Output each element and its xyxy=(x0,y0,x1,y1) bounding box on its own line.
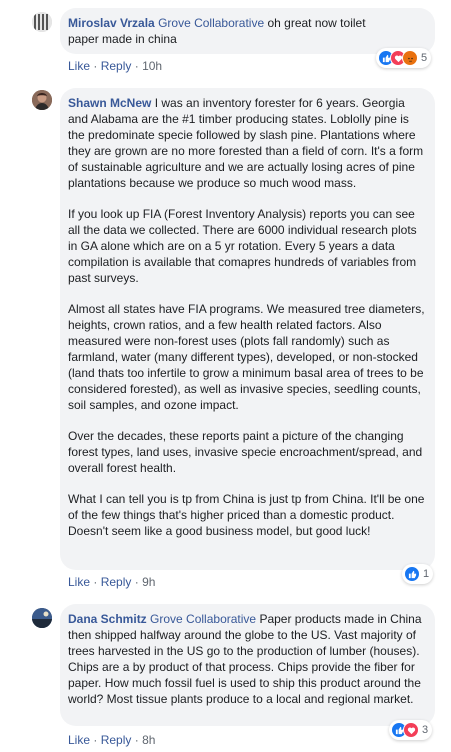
separator-dot: · xyxy=(134,59,143,73)
avatar-person-image xyxy=(32,90,52,110)
reaction-count: 1 xyxy=(423,568,430,580)
comment-paragraph: Over the decades, these reports paint a … xyxy=(68,429,423,475)
group-name[interactable]: Grove Collaborative xyxy=(150,612,256,626)
reply-button[interactable]: Reply xyxy=(101,575,132,589)
comment-paragraph: I was an inventory forester for 6 years.… xyxy=(68,96,424,190)
reaction-count: 3 xyxy=(422,724,429,736)
author-name[interactable]: Dana Schmitz xyxy=(68,612,147,626)
separator-dot: · xyxy=(93,575,101,589)
separator-dot: · xyxy=(134,575,143,589)
timestamp[interactable]: 9h xyxy=(142,575,155,589)
comment-bubble: Miroslav Vrzala Grove Collaborative oh g… xyxy=(60,8,435,54)
reactions-summary[interactable]: 1 xyxy=(402,564,434,584)
timestamp[interactable]: 8h xyxy=(142,733,155,747)
like-button[interactable]: Like xyxy=(68,59,90,73)
like-button[interactable]: Like xyxy=(68,733,90,747)
comment-bubble: Dana Schmitz Grove Collaborative Paper p… xyxy=(60,604,435,726)
author-name[interactable]: Miroslav Vrzala xyxy=(68,16,155,30)
reactions-summary[interactable]: 5 xyxy=(376,48,432,68)
comment-text: Dana Schmitz Grove Collaborative Paper p… xyxy=(68,611,427,707)
love-reaction-icon xyxy=(403,722,419,738)
like-button[interactable]: Like xyxy=(68,575,90,589)
angry-reaction-icon xyxy=(402,50,418,66)
separator-dot: · xyxy=(93,59,101,73)
avatar-striped-image xyxy=(32,12,52,32)
comment-actions: Like · Reply · 10h xyxy=(68,58,162,74)
group-name[interactable]: Grove Collaborative xyxy=(158,16,264,30)
comment-paragraph: If you look up FIA (Forest Inventory Ana… xyxy=(68,207,417,285)
reaction-count: 5 xyxy=(421,52,428,64)
comment-bubble: Shawn McNew I was an inventory forester … xyxy=(60,88,435,570)
separator-dot: · xyxy=(93,733,101,747)
reactions-summary[interactable]: 3 xyxy=(389,720,433,740)
timestamp[interactable]: 10h xyxy=(142,59,162,73)
reply-button[interactable]: Reply xyxy=(101,59,132,73)
comment-actions: Like · Reply · 8h xyxy=(68,732,155,748)
avatar[interactable] xyxy=(32,12,52,32)
avatar[interactable] xyxy=(32,608,52,628)
comment-text: Shawn McNew I was an inventory forester … xyxy=(68,95,427,191)
comment-actions: Like · Reply · 9h xyxy=(68,574,155,590)
comment-paragraph: Paper products made in China then shippe… xyxy=(68,612,422,706)
avatar[interactable] xyxy=(32,90,52,110)
separator-dot: · xyxy=(134,733,143,747)
reply-button[interactable]: Reply xyxy=(101,733,132,747)
comment-text: Miroslav Vrzala Grove Collaborative oh g… xyxy=(68,15,395,47)
avatar-landscape-image xyxy=(32,608,52,628)
comment-paragraph: What I can tell you is tp from China is … xyxy=(68,492,425,538)
comment-paragraph: Almost all states have FIA programs. We … xyxy=(68,302,425,412)
author-name[interactable]: Shawn McNew xyxy=(68,96,151,110)
like-reaction-icon xyxy=(404,566,420,582)
